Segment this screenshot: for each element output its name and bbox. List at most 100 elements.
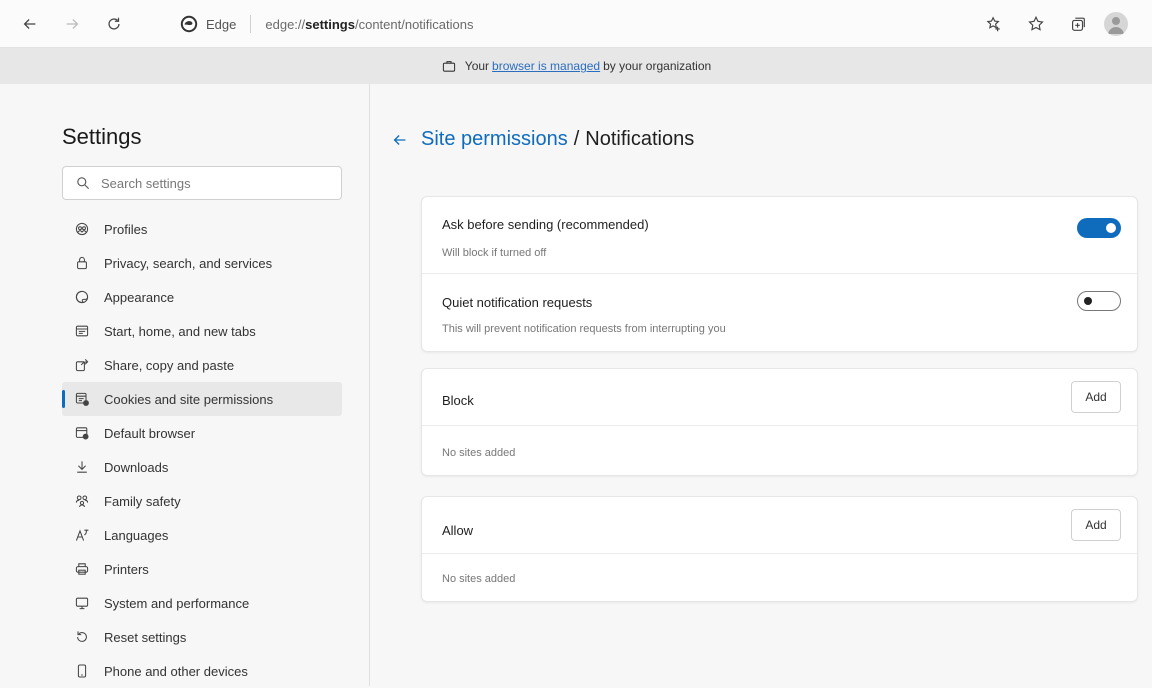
browser-name: Edge [206, 16, 237, 32]
block-title: Block [442, 393, 474, 408]
breadcrumb-site-permissions[interactable]: Site permissions [421, 128, 568, 151]
system-icon [75, 597, 89, 610]
banner-text-after: by your organization [603, 59, 712, 73]
search-box[interactable] [62, 166, 342, 200]
sidebar-item-label: Family safety [104, 493, 181, 509]
briefcase-icon [442, 61, 455, 72]
managed-link[interactable]: browser is managed [492, 59, 600, 73]
sidebar-item-label: Printers [104, 561, 149, 577]
ask-before-sending-subtitle: Will block if turned off [442, 247, 547, 259]
phone-icon [77, 664, 87, 678]
main-content: Site permissions / Notifications Ask bef… [371, 84, 1152, 686]
allow-section: Allow Add No sites added [421, 496, 1138, 602]
settings-nav: Profiles Privacy, search, and services A… [62, 212, 342, 688]
profiles-icon [75, 222, 89, 236]
quiet-requests-subtitle: This will prevent notification requests … [442, 323, 726, 335]
sidebar-item-cookies[interactable]: Cookies and site permissions [62, 382, 342, 416]
ask-before-sending-toggle[interactable] [1077, 218, 1121, 238]
start-icon [75, 325, 89, 337]
collections-icon [1072, 17, 1085, 31]
edge-logo-icon [180, 15, 198, 33]
favorites-star-icon [1028, 15, 1044, 31]
family-icon [75, 495, 89, 508]
arrow-right-icon [66, 18, 79, 29]
sidebar-item-label: Reset settings [104, 629, 187, 645]
default-browser-icon [75, 427, 89, 440]
sidebar-item-printers[interactable]: Printers [62, 552, 342, 586]
arrow-left-icon[interactable] [391, 131, 409, 149]
add-favorite-button[interactable] [978, 8, 1010, 40]
cookies-icon [75, 392, 89, 406]
page-title: Notifications [585, 128, 695, 150]
quiet-requests-toggle[interactable] [1077, 291, 1121, 311]
sidebar-item-label: Cookies and site permissions [104, 391, 274, 407]
sidebar-item-label: System and performance [104, 595, 250, 611]
sidebar-item-privacy[interactable]: Privacy, search, and services [62, 246, 342, 280]
sidebar-item-label: Default browser [104, 425, 196, 441]
settings-sidebar: Settings Profiles Privacy, search, and s… [0, 84, 370, 686]
managed-banner: Your browser is managed by your organiza… [0, 48, 1152, 84]
favorites-button[interactable] [1020, 8, 1052, 40]
reset-icon [77, 631, 87, 642]
quiet-requests-title: Quiet notification requests [442, 295, 593, 310]
arrow-left-icon [23, 18, 36, 29]
search-icon [77, 177, 89, 189]
sidebar-item-start-home[interactable]: Start, home, and new tabs [62, 314, 342, 348]
refresh-icon [108, 17, 120, 30]
sidebar-item-reset[interactable]: Reset settings [62, 620, 342, 654]
star-add-icon [986, 16, 1000, 32]
sidebar-item-share[interactable]: Share, copy and paste [62, 348, 342, 382]
url-text[interactable]: edge://settings/content/notifications [265, 17, 473, 32]
banner-text-before: Your [464, 59, 490, 73]
allow-empty-text: No sites added [442, 573, 516, 585]
sidebar-item-label: Start, home, and new tabs [104, 323, 256, 339]
allow-add-button[interactable]: Add [1071, 509, 1121, 541]
sidebar-item-label: Privacy, search, and services [104, 255, 273, 271]
sidebar-item-family-safety[interactable]: Family safety [62, 484, 342, 518]
notification-settings-card: Ask before sending (recommended) Will bl… [421, 196, 1138, 352]
refresh-button[interactable] [98, 8, 130, 40]
sidebar-item-label: Profiles [104, 221, 148, 237]
sidebar-item-label: Downloads [104, 459, 169, 475]
ask-before-sending-title: Ask before sending (recommended) [442, 217, 649, 232]
sidebar-item-label: Share, copy and paste [104, 357, 235, 373]
breadcrumb: Site permissions / Notifications [391, 128, 694, 151]
sidebar-item-system[interactable]: System and performance [62, 586, 342, 620]
printer-icon [75, 563, 89, 575]
sidebar-item-profiles[interactable]: Profiles [62, 212, 342, 246]
sidebar-item-phone[interactable]: Phone and other devices [62, 654, 342, 688]
sidebar-item-label: Appearance [104, 289, 175, 305]
languages-icon [75, 529, 89, 541]
sidebar-item-appearance[interactable]: Appearance [62, 280, 342, 314]
lock-icon [77, 256, 87, 270]
collections-button[interactable] [1062, 8, 1094, 40]
allow-title: Allow [442, 523, 474, 538]
sidebar-item-languages[interactable]: Languages [62, 518, 342, 552]
address-divider [250, 15, 252, 33]
forward-button[interactable] [56, 8, 88, 40]
url-prefix: edge:// [265, 16, 306, 32]
download-icon [77, 461, 87, 473]
settings-title: Settings [62, 124, 142, 149]
share-icon [75, 359, 89, 372]
toolbar-actions [978, 0, 1152, 48]
card-divider [422, 553, 1137, 554]
profile-avatar[interactable] [1104, 12, 1128, 36]
user-icon [1108, 17, 1124, 34]
browser-toolbar: Edge edge://settings/content/notificatio… [0, 0, 1152, 48]
sidebar-item-label: Phone and other devices [104, 663, 248, 679]
url-path: /content/notifications [354, 16, 474, 32]
back-button[interactable] [14, 8, 46, 40]
sidebar-item-label: Languages [104, 527, 169, 543]
sidebar-item-downloads[interactable]: Downloads [62, 450, 342, 484]
search-input[interactable] [101, 175, 321, 191]
breadcrumb-separator: / [573, 128, 580, 150]
card-divider [422, 273, 1137, 274]
url-host: settings [305, 16, 355, 32]
block-add-button[interactable]: Add [1071, 381, 1121, 413]
block-empty-text: No sites added [442, 447, 516, 459]
card-divider [422, 425, 1137, 426]
block-section: Block Add No sites added [421, 368, 1138, 476]
appearance-icon [75, 290, 89, 304]
sidebar-item-default-browser[interactable]: Default browser [62, 416, 342, 450]
